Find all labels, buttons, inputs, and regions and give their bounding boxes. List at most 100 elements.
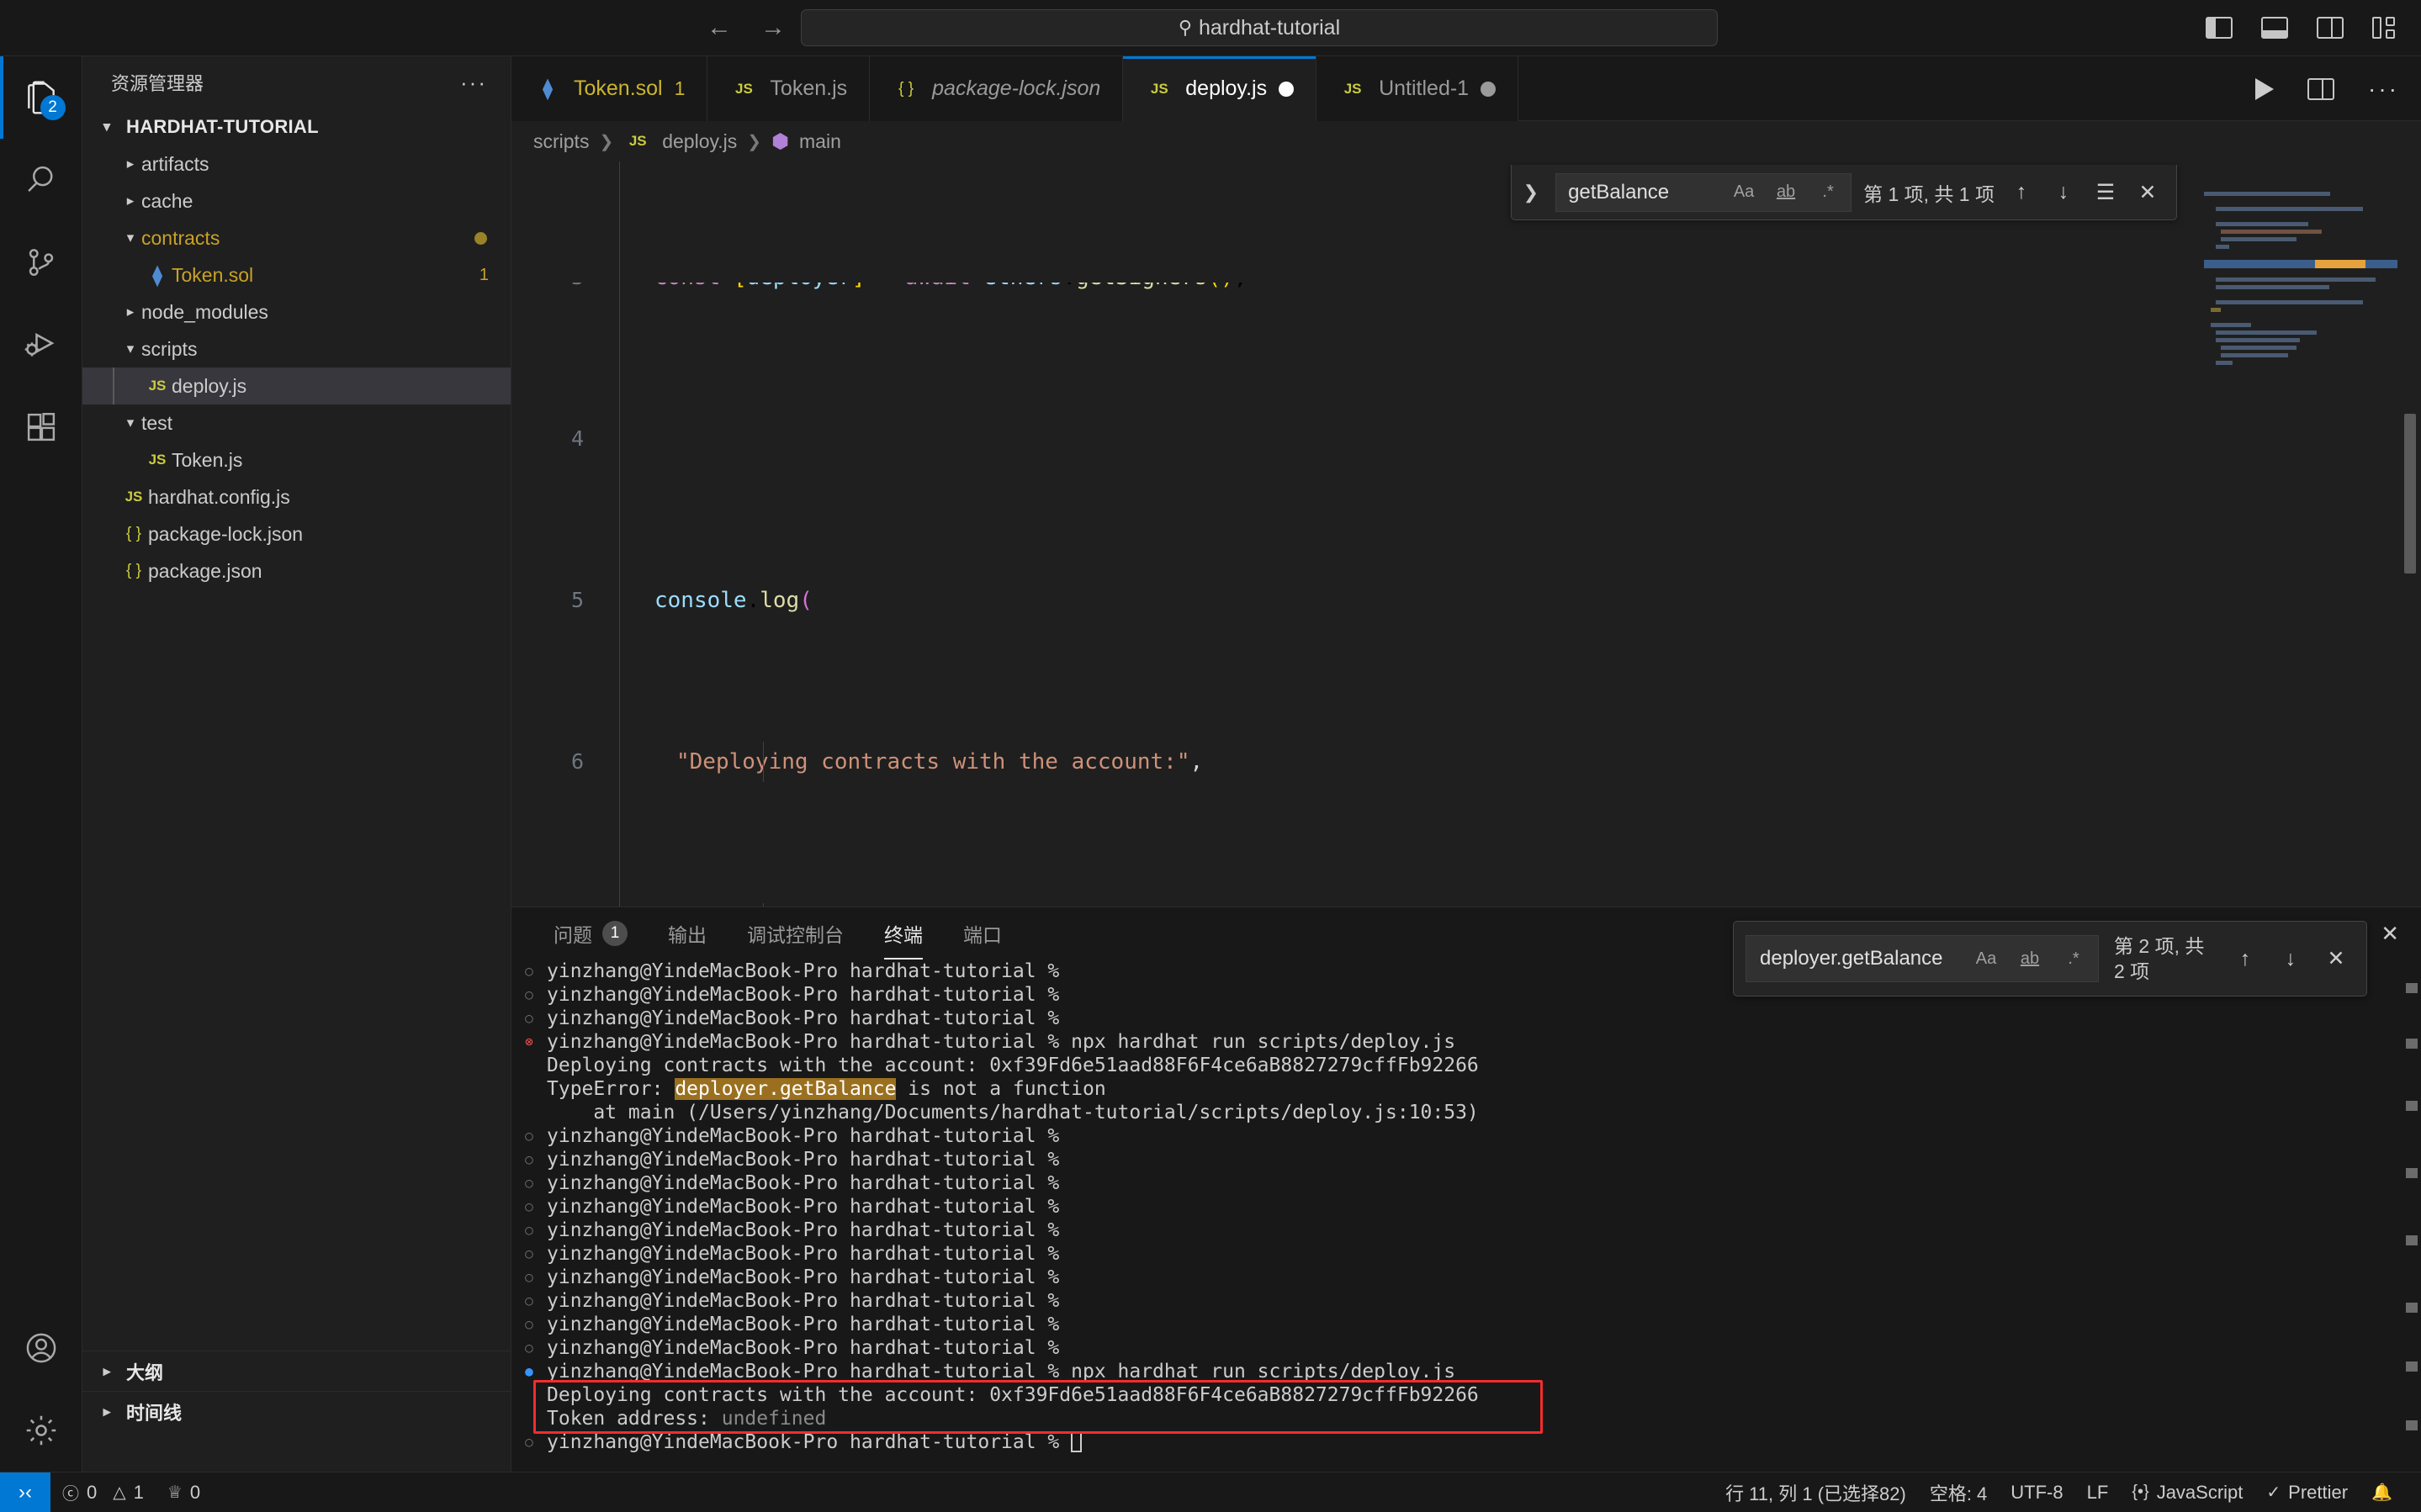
terminal-line-text: yinzhang@YindeMacBook-Pro hardhat-tutori… — [547, 1124, 1060, 1147]
editor-tab-token-js[interactable]: JS Token.js — [707, 56, 871, 121]
status-prettier[interactable]: ✓ Prettier — [2254, 1472, 2360, 1512]
tree-item-deploy-js[interactable]: JS deploy.js — [82, 367, 511, 404]
tree-item-cache[interactable]: ▸ cache — [82, 182, 511, 219]
run-icon[interactable] — [2255, 77, 2275, 100]
editor-scrollbar[interactable] — [2404, 414, 2416, 574]
editor-tab-badge: 1 — [674, 77, 686, 99]
terminal-find-next-icon[interactable]: ↓ — [2275, 947, 2306, 971]
status-eol[interactable]: LF — [2075, 1472, 2121, 1512]
toggle-primary-sidebar-icon[interactable] — [2206, 17, 2233, 39]
sidebar-item-extensions[interactable] — [0, 386, 82, 468]
sidebar-section-outline[interactable]: ▸ 大纲 — [82, 1351, 511, 1391]
whole-word-icon[interactable]: ab — [1772, 182, 1800, 202]
toggle-panel-icon[interactable] — [2261, 17, 2288, 39]
terminal-find-previous-icon[interactable]: ↑ — [2230, 947, 2260, 971]
status-indentation[interactable]: 空格: 4 — [1918, 1472, 1999, 1512]
forward-icon[interactable]: → — [760, 15, 786, 40]
terminal-line-text: yinzhang@YindeMacBook-Pro hardhat-tutori… — [547, 1430, 1083, 1454]
sidebar-section-timeline[interactable]: ▸ 时间线 — [82, 1391, 511, 1431]
status-ports[interactable]: ♕ 0 — [156, 1472, 212, 1512]
status-cursor-position[interactable]: 行 11, 列 1 (已选择82) — [1714, 1472, 1918, 1512]
terminal-find-match: deployer.getBalance — [675, 1077, 897, 1100]
panel-tab-4[interactable]: 端口 — [943, 907, 1022, 960]
breadcrumb-item-symbol[interactable]: main — [799, 130, 841, 153]
sidebar-item-explorer[interactable]: 2 — [0, 56, 82, 139]
panel-tab-label: 终端 — [884, 924, 923, 946]
tree-item-package-json[interactable]: { } package.json — [82, 552, 511, 589]
editor-tab-dirty-indicator[interactable] — [1481, 81, 1497, 97]
sidebar-item-search[interactable] — [0, 139, 82, 221]
tree-item-hardhat-config-js[interactable]: JS hardhat.config.js — [82, 478, 511, 515]
panel-tab-2[interactable]: 调试控制台 — [727, 907, 864, 960]
panel-tab-0[interactable]: 问题 1 — [533, 907, 648, 960]
tree-item-token-js[interactable]: JS Token.js — [82, 441, 511, 478]
find-next-icon[interactable]: ↓ — [2048, 180, 2079, 204]
tree-item-token-sol[interactable]: ⧫ Token.sol 1 — [82, 256, 511, 293]
remote-indicator-icon[interactable]: ›‹ — [0, 1472, 50, 1512]
terminal-scrollbar[interactable] — [2406, 966, 2418, 1468]
regex-icon[interactable]: .* — [1814, 182, 1842, 202]
status-encoding[interactable]: UTF-8 — [1999, 1472, 2074, 1512]
tree-item-contracts[interactable]: ▾ contracts — [82, 219, 511, 256]
explorer-badge: 2 — [40, 95, 66, 120]
chevron-right-icon: ❯ — [747, 132, 762, 151]
find-previous-icon[interactable]: ↑ — [2006, 180, 2037, 204]
accounts-button[interactable] — [0, 1307, 82, 1389]
editor-tab-untitled-1[interactable]: JS Untitled-1 — [1316, 56, 1519, 121]
terminal-line-text: yinzhang@YindeMacBook-Pro hardhat-tutori… — [547, 960, 1060, 982]
command-ok-icon: ○ — [525, 1315, 533, 1332]
panel-tab-3[interactable]: 终端 — [864, 907, 943, 960]
panel-tab-1[interactable]: 输出 — [648, 907, 727, 960]
tree-item-node-modules[interactable]: ▸ node_modules — [82, 293, 511, 330]
terminal-line-text: Deploying contracts with the account: 0x… — [547, 1383, 1479, 1406]
manage-settings-button[interactable] — [0, 1389, 82, 1472]
split-editor-icon[interactable] — [2307, 77, 2335, 100]
editor-more-actions-icon[interactable]: ··· — [2368, 76, 2399, 103]
editor-tab-label: Untitled-1 — [1379, 77, 1470, 100]
tree-item-package-lock-json[interactable]: { } package-lock.json — [82, 515, 511, 552]
match-case-icon[interactable]: Aa — [1972, 949, 2000, 969]
toggle-replace-icon[interactable]: ❯ — [1518, 182, 1544, 204]
status-errors[interactable]: ⓒ 0 △ 1 — [50, 1472, 156, 1512]
back-icon[interactable]: ← — [707, 15, 732, 40]
status-notifications[interactable]: 🔔 — [2360, 1472, 2404, 1512]
js-icon: JS — [1150, 80, 1168, 97]
tree-item-label: Token.js — [172, 448, 243, 471]
command-center-label: hardhat-tutorial — [1198, 15, 1341, 40]
code-line: 5 console.log( — [511, 580, 2421, 621]
editor-find-widget[interactable]: ❯ getBalance Aa ab .* 第 1 项, 共 1 项 ↑ ↓ ☰… — [1510, 165, 2177, 220]
breadcrumb-item-scripts[interactable]: scripts — [533, 130, 589, 153]
tree-item-artifacts[interactable]: ▸ artifacts — [82, 145, 511, 182]
find-input[interactable]: getBalance Aa ab .* — [1555, 172, 1852, 212]
find-match-count: 第 1 项, 共 1 项 — [1863, 182, 1995, 205]
terminal-line: ○ yinzhang@YindeMacBook-Pro hardhat-tutor… — [511, 1195, 2421, 1219]
workspace-root-label: HARDHAT-TUTORIAL — [126, 116, 319, 137]
terminal-find-close-icon[interactable]: ✕ — [2321, 946, 2351, 971]
editor-tab-package-lock-json[interactable]: { } package-lock.json — [870, 56, 1124, 121]
workspace-root-row[interactable]: ▾ HARDHAT-TUTORIAL — [82, 108, 511, 145]
close-panel-icon[interactable]: ✕ — [2381, 921, 2399, 947]
regex-icon[interactable]: .* — [2059, 949, 2088, 969]
whole-word-icon[interactable]: ab — [2016, 949, 2044, 969]
editor-tab-deploy-js[interactable]: JS deploy.js — [1123, 56, 1317, 121]
find-in-selection-icon[interactable]: ☰ — [2090, 180, 2121, 205]
tree-item-scripts[interactable]: ▾ scripts — [82, 330, 511, 367]
command-center-search[interactable]: ⚲ hardhat-tutorial — [801, 9, 1718, 46]
editor-tab-dirty-indicator[interactable] — [1279, 81, 1295, 97]
terminal-find-input[interactable]: deployer.getBalance Aa ab .* — [1746, 935, 2099, 982]
status-language-mode[interactable]: {•} JavaScript — [2120, 1472, 2254, 1512]
sidebar-item-source-control[interactable] — [0, 221, 82, 304]
terminal-find-widget[interactable]: deployer.getBalance Aa ab .* 第 2 项, 共 2 … — [1733, 921, 2367, 997]
find-close-icon[interactable]: ✕ — [2132, 180, 2163, 205]
tree-item-test[interactable]: ▾ test — [82, 404, 511, 441]
sidebar-more-actions-icon[interactable]: ··· — [460, 70, 487, 96]
breadcrumb-item-file[interactable]: deploy.js — [662, 130, 737, 153]
customize-layout-icon[interactable] — [2372, 17, 2399, 39]
toggle-secondary-sidebar-icon[interactable] — [2317, 17, 2344, 39]
terminal-output[interactable]: ○ yinzhang@YindeMacBook-Pro hardhat-tutor… — [511, 960, 2421, 1472]
terminal-line-text: yinzhang@YindeMacBook-Pro hardhat-tutori… — [547, 1171, 1060, 1194]
match-case-icon[interactable]: Aa — [1730, 182, 1758, 202]
command-ok-icon: ○ — [525, 962, 533, 979]
editor-tab-token-sol[interactable]: ⧫ Token.sol 1 — [511, 56, 708, 121]
sidebar-item-run-and-debug[interactable] — [0, 304, 82, 386]
